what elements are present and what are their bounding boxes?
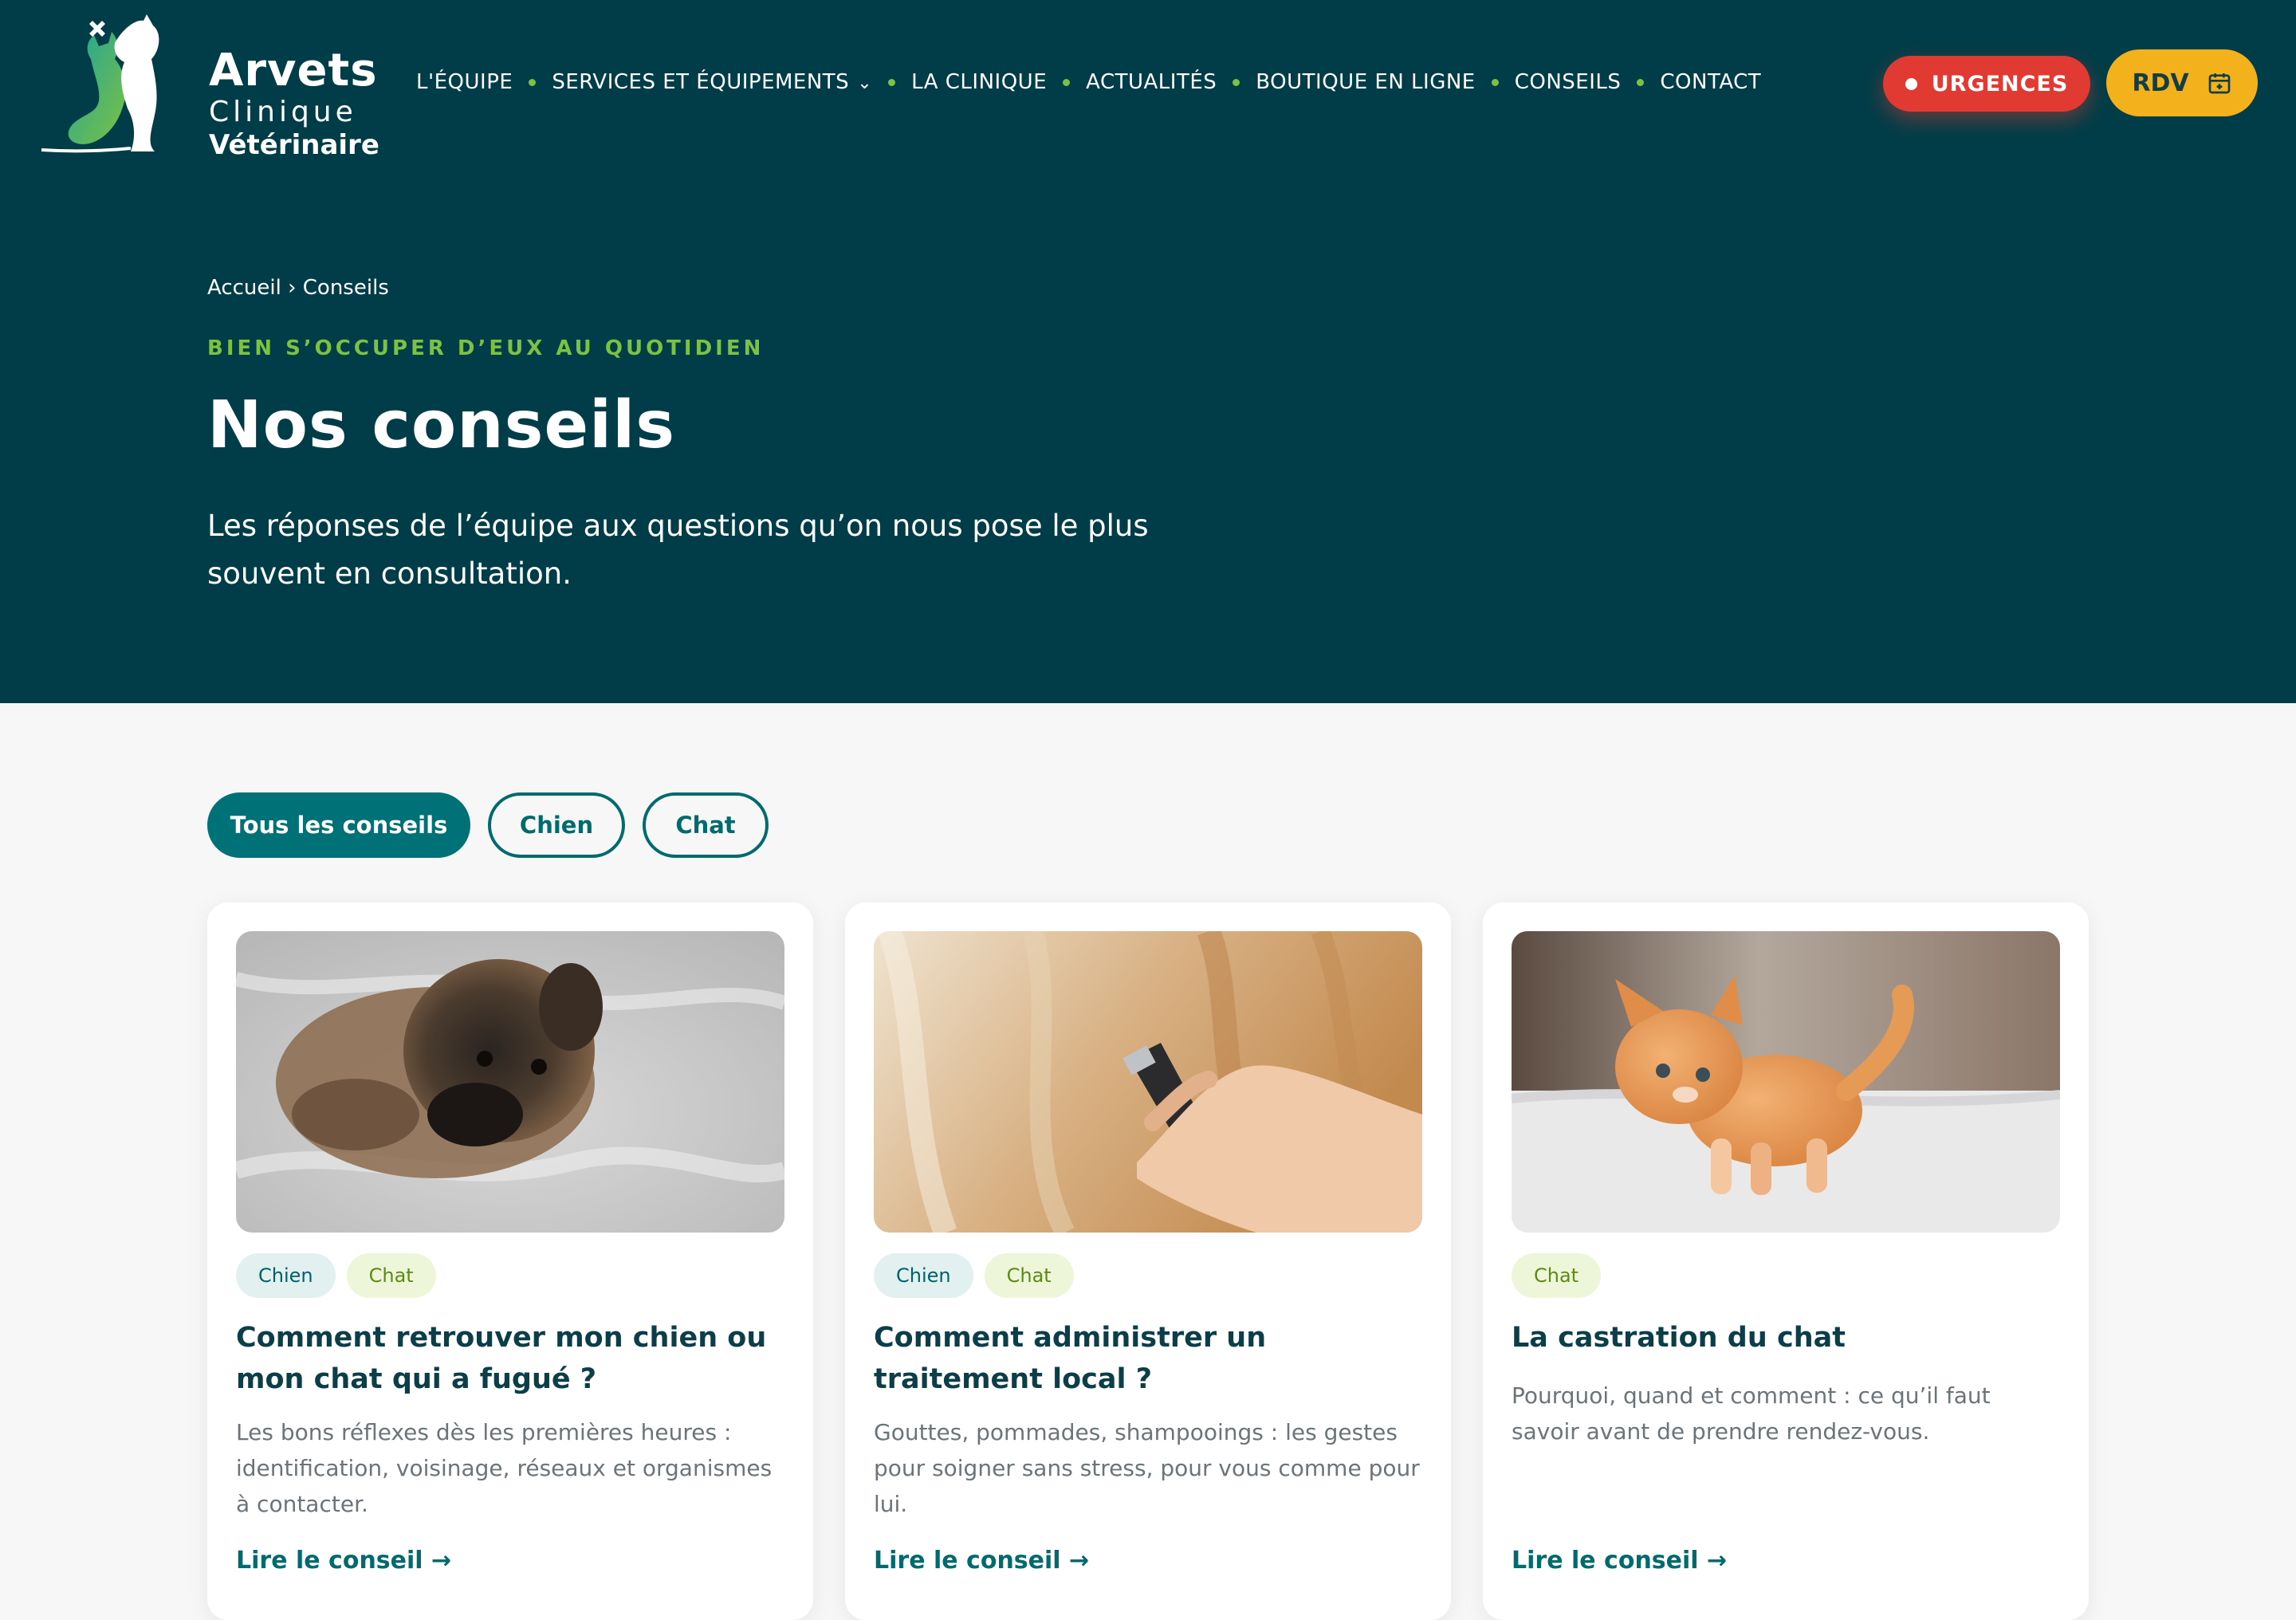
nav-item-actualites[interactable]: ACTUALITÉS [1086, 70, 1217, 94]
read-more-link[interactable]: Lire le conseil → [1512, 1547, 1727, 1575]
main-nav: L'ÉQUIPE SERVICES ET ÉQUIPEMENTS ⌄ LA CLI… [416, 64, 1761, 100]
card-tags: Chien Chat [236, 1253, 447, 1298]
nav-item-boutique[interactable]: BOUTIQUE EN LIGNE [1256, 70, 1475, 94]
nav-item-contact[interactable]: CONTACT [1660, 70, 1761, 94]
hero-eyebrow: BIEN S’OCCUPER D’EUX AU QUOTIDIEN [207, 336, 765, 360]
nav-separator-dot [1233, 78, 1240, 86]
filter-all[interactable]: Tous les conseils [207, 792, 470, 858]
card-excerpt: Pourquoi, quand et comment : ce qu’il fa… [1512, 1382, 1991, 1445]
nav-item-conseils[interactable]: CONSEILS [1515, 64, 1622, 100]
clinic-logo[interactable]: Arvets Clinique Vétérinaire [35, 11, 379, 161]
site-header: Arvets Clinique Vétérinaire L'ÉQUIPE SER… [0, 0, 2296, 703]
advice-card[interactable]: Chien Chat Comment administrer un traite… [845, 902, 1451, 1620]
rdv-label: RDV [2132, 69, 2189, 97]
urgences-label: URGENCES [1931, 71, 2069, 96]
nav-item-services-label: SERVICES ET ÉQUIPEMENTS [552, 70, 850, 94]
nav-item-equipe[interactable]: L'ÉQUIPE [416, 70, 513, 94]
nav-item-services[interactable]: SERVICES ET ÉQUIPEMENTS ⌄ [552, 70, 872, 94]
breadcrumb[interactable]: Accueil › Conseils [207, 276, 389, 300]
logo-text: Arvets Clinique Vétérinaire [209, 45, 379, 162]
page-title: Nos conseils [207, 387, 676, 463]
card-title[interactable]: La castration du chat [1512, 1317, 2060, 1359]
tag-chien: Chien [236, 1253, 336, 1298]
logo-line-1: Clinique [209, 96, 357, 128]
urgences-button[interactable]: URGENCES [1883, 56, 2090, 112]
pet-silhouette-icon [41, 14, 159, 153]
chevron-down-icon: ⌄ [857, 73, 873, 93]
nav-separator-dot [1637, 78, 1645, 86]
card-image-kitten [1512, 931, 2060, 1233]
card-excerpt: Gouttes, pommades, shampooings : les ges… [874, 1419, 1420, 1517]
nav-separator-dot [1491, 78, 1499, 86]
alert-dot-icon [1905, 77, 1917, 90]
card-excerpt: Les bons réflexes dès les premières heur… [236, 1419, 773, 1517]
advice-card[interactable]: Chat La castration du chat Pourquoi, qua… [1483, 902, 2089, 1620]
nav-item-clinique[interactable]: LA CLINIQUE [911, 70, 1047, 94]
category-filters: Tous les conseils Chien Chat [207, 792, 786, 858]
filter-chat[interactable]: Chat [643, 792, 769, 858]
logo-brand-name: Arvets [209, 45, 378, 96]
nav-separator-dot [888, 78, 896, 86]
rdv-button[interactable]: RDV [2106, 49, 2258, 116]
hero-intro: Les réponses de l’équipe aux questions q… [207, 509, 1149, 591]
card-tags: Chat [1512, 1253, 1612, 1298]
tag-chat: Chat [984, 1253, 1074, 1298]
logo-line-2: Vétérinaire [209, 129, 379, 161]
tag-chat: Chat [1512, 1253, 1602, 1298]
card-tags: Chien Chat [874, 1253, 1085, 1298]
nav-separator-dot [1063, 78, 1071, 86]
card-title[interactable]: Comment retrouver mon chien ou mon chat … [236, 1317, 784, 1400]
card-image-fur-clipping [874, 931, 1422, 1233]
read-more-link[interactable]: Lire le conseil → [874, 1547, 1089, 1575]
advice-card[interactable]: Chien Chat Comment retrouver mon chien o… [207, 902, 813, 1620]
calendar-icon [2208, 73, 2230, 94]
card-image-puppy [236, 931, 784, 1233]
filter-chien[interactable]: Chien [488, 792, 625, 858]
card-title[interactable]: Comment administrer un traitement local … [874, 1317, 1422, 1400]
tag-chien: Chien [874, 1253, 973, 1298]
tag-chat: Chat [346, 1253, 436, 1298]
read-more-link[interactable]: Lire le conseil → [236, 1547, 451, 1575]
nav-separator-dot [529, 78, 537, 86]
